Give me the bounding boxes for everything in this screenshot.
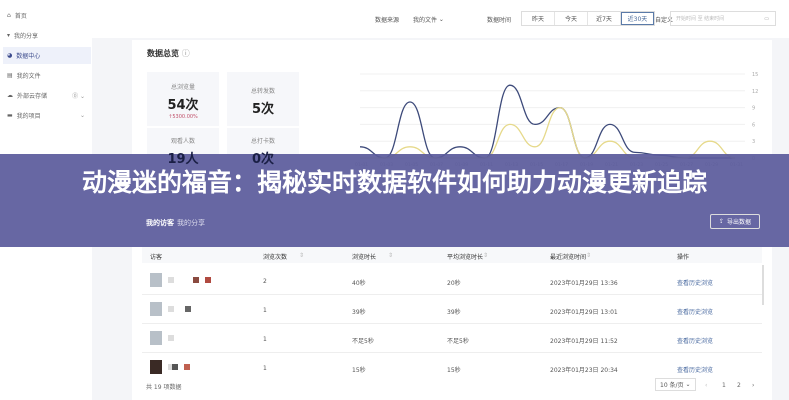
table-cell: 39秒 bbox=[352, 309, 366, 316]
headline-banner: 动漫迷的福音：揭秘实时数据软件如何助力动漫更新追踪 bbox=[0, 154, 789, 247]
sort-icon[interactable]: ⇕ bbox=[299, 252, 304, 259]
visitor-name bbox=[168, 277, 174, 283]
upload-icon: ⇪ bbox=[718, 218, 724, 225]
scrollbar[interactable] bbox=[762, 265, 764, 305]
table-cell: 不足5秒 bbox=[447, 338, 469, 345]
avatar bbox=[150, 302, 162, 316]
table-cell: 15秒 bbox=[447, 367, 461, 374]
row-divider bbox=[142, 294, 762, 295]
view-history-link[interactable]: 查看历史浏览 bbox=[677, 307, 713, 316]
column-header[interactable]: 平均浏览时长 bbox=[447, 252, 483, 261]
table-cell: 20秒 bbox=[447, 280, 461, 287]
visitor-name bbox=[168, 306, 174, 312]
y-tick-label: 12 bbox=[752, 89, 758, 95]
table-cell: 2023年01月29日 13:01 bbox=[550, 309, 618, 316]
y-tick-label: 3 bbox=[752, 139, 755, 145]
table-cell: 2023年01月29日 11:52 bbox=[550, 338, 618, 345]
tab-shares[interactable]: 我的分享 bbox=[177, 218, 205, 228]
sort-icon[interactable]: ⇕ bbox=[483, 252, 488, 259]
column-header: 操作 bbox=[677, 254, 690, 261]
avatar bbox=[150, 273, 162, 287]
prev-page-button[interactable]: ‹ bbox=[705, 382, 707, 389]
y-tick-label: 6 bbox=[752, 122, 755, 128]
y-tick-label: 15 bbox=[752, 72, 758, 78]
table-cell: 1 bbox=[263, 307, 267, 314]
visitor-name bbox=[185, 306, 191, 312]
page-2[interactable]: 2 bbox=[737, 382, 741, 389]
visitor-name bbox=[193, 277, 199, 283]
tab-visitors[interactable]: 我的访客 bbox=[146, 218, 174, 228]
visitor-name bbox=[172, 364, 178, 370]
view-history-link[interactable]: 查看历史浏览 bbox=[677, 278, 713, 287]
table-cell: 1 bbox=[263, 336, 267, 343]
series-line-0 bbox=[359, 84, 735, 159]
table-cell: 2023年01月29日 13:36 bbox=[550, 280, 618, 287]
avatar bbox=[150, 331, 162, 345]
row-divider bbox=[142, 352, 762, 353]
table-cell: 39秒 bbox=[447, 309, 461, 316]
table-cell: 不足5秒 bbox=[352, 338, 374, 345]
table-cell: 2 bbox=[263, 278, 267, 285]
sort-icon[interactable]: ⇕ bbox=[586, 252, 591, 259]
export-button[interactable]: ⇪ 导出数据 bbox=[710, 214, 760, 229]
column-header: 访客 bbox=[150, 254, 163, 261]
table-cell: 15秒 bbox=[352, 367, 366, 374]
page-size-select[interactable]: 10 条/页 ⌄ bbox=[655, 378, 696, 391]
row-divider bbox=[142, 323, 762, 324]
column-header[interactable]: 浏览时长 bbox=[352, 252, 376, 261]
view-history-link[interactable]: 查看历史浏览 bbox=[677, 336, 713, 345]
view-history-link[interactable]: 查看历史浏览 bbox=[677, 365, 713, 374]
visitor-name bbox=[184, 364, 190, 370]
column-header[interactable]: 浏览次数 bbox=[263, 252, 287, 261]
column-header[interactable]: 最近浏览时间 bbox=[550, 252, 586, 261]
table-cell: 2023年01月23日 20:34 bbox=[550, 367, 618, 374]
page-1[interactable]: 1 bbox=[722, 382, 726, 389]
y-tick-label: 9 bbox=[752, 106, 755, 112]
table-cell: 40秒 bbox=[352, 280, 366, 287]
avatar bbox=[150, 360, 162, 374]
visitor-name bbox=[205, 277, 211, 283]
sort-icon[interactable]: ⇕ bbox=[388, 252, 393, 259]
visitor-name bbox=[168, 335, 174, 341]
table-cell: 1 bbox=[263, 365, 267, 372]
next-page-button[interactable]: › bbox=[752, 382, 754, 389]
total-count: 共 19 项数据 bbox=[146, 384, 182, 391]
